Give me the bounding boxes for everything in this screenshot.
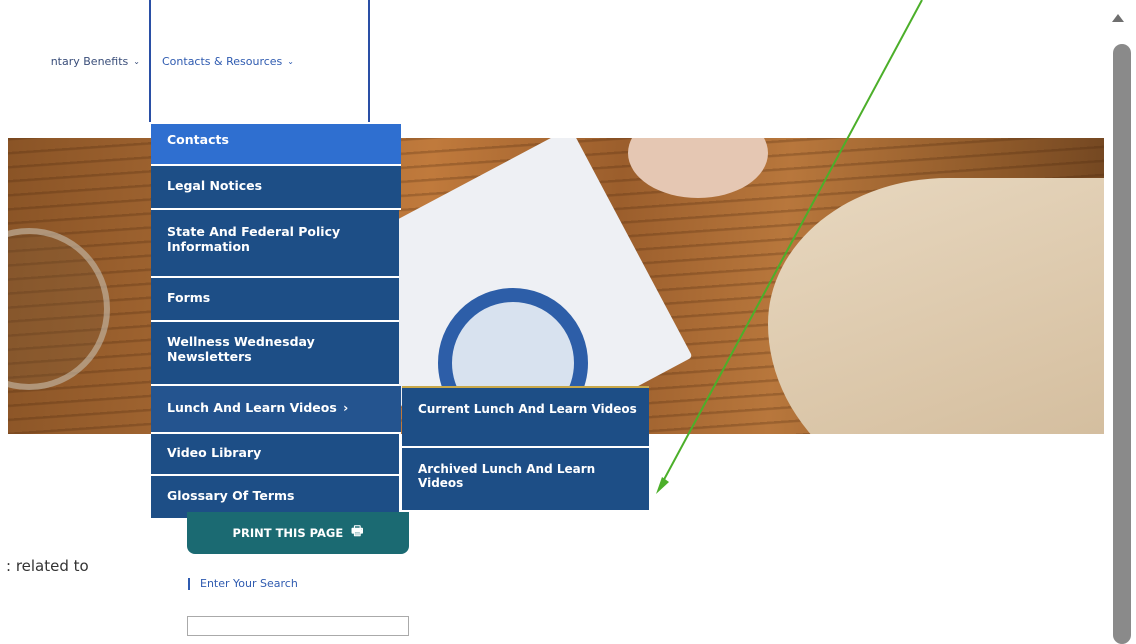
dropdown-menu: Contacts Legal Notices State And Federal… (151, 124, 401, 518)
submenu-item-current-videos[interactable]: Current Lunch And Learn Videos (402, 386, 649, 448)
menu-item-lunch-learn-videos[interactable]: Lunch And Learn Videos › (151, 386, 401, 434)
nav-item-supplementary-benefits[interactable]: ntary Benefits ⌄ (0, 0, 148, 122)
print-button-label: PRINT THIS PAGE (232, 526, 344, 540)
menu-item-forms[interactable]: Forms (151, 278, 399, 322)
scrollbar-thumb[interactable] (1113, 44, 1131, 644)
nav-item-label: ntary Benefits (50, 54, 129, 68)
chevron-down-icon: ⌄ (287, 56, 294, 66)
chevron-right-icon: › (343, 400, 349, 415)
printer-icon: 🖶 (351, 524, 364, 539)
submenu-item-archived-videos[interactable]: Archived Lunch And Learn Videos (402, 448, 649, 510)
menu-item-label: Glossary Of Terms (167, 488, 295, 503)
body-text: : related to (6, 557, 89, 575)
menu-item-label: Contacts (167, 132, 229, 147)
menu-item-wellness-wednesday[interactable]: Wellness Wednesday Newsletters (151, 322, 399, 386)
menu-item-video-library[interactable]: Video Library (151, 434, 399, 476)
menu-item-label: State And Federal Policy Information (167, 224, 341, 254)
annotation-arrow-head (656, 477, 669, 494)
menu-item-label: Wellness Wednesday Newsletters (167, 334, 315, 364)
submenu-item-label: Current Lunch And Learn Videos (418, 402, 637, 416)
submenu-item-label: Archived Lunch And Learn Videos (418, 462, 596, 490)
submenu-lunch-learn: Current Lunch And Learn Videos Archived … (402, 386, 649, 510)
menu-item-label: Forms (167, 290, 211, 305)
menu-item-label: Video Library (167, 445, 262, 460)
scroll-up-arrow-icon[interactable] (1112, 14, 1124, 22)
search-input[interactable] (187, 616, 409, 636)
menu-item-label: Lunch And Learn Videos (167, 400, 337, 415)
nav-item-contacts-resources[interactable]: Contacts & Resources ⌄ (149, 0, 370, 122)
menu-item-state-federal-policy[interactable]: State And Federal Policy Information (151, 210, 399, 278)
menu-item-label: Legal Notices (167, 178, 263, 193)
menu-item-legal-notices[interactable]: Legal Notices (151, 166, 401, 210)
print-page-button[interactable]: PRINT THIS PAGE 🖶 (187, 512, 409, 554)
chevron-down-icon: ⌄ (133, 56, 140, 66)
search-label: Enter Your Search (188, 578, 298, 590)
nav-item-label: Contacts & Resources (162, 54, 283, 68)
menu-item-contacts[interactable]: Contacts (151, 124, 401, 166)
